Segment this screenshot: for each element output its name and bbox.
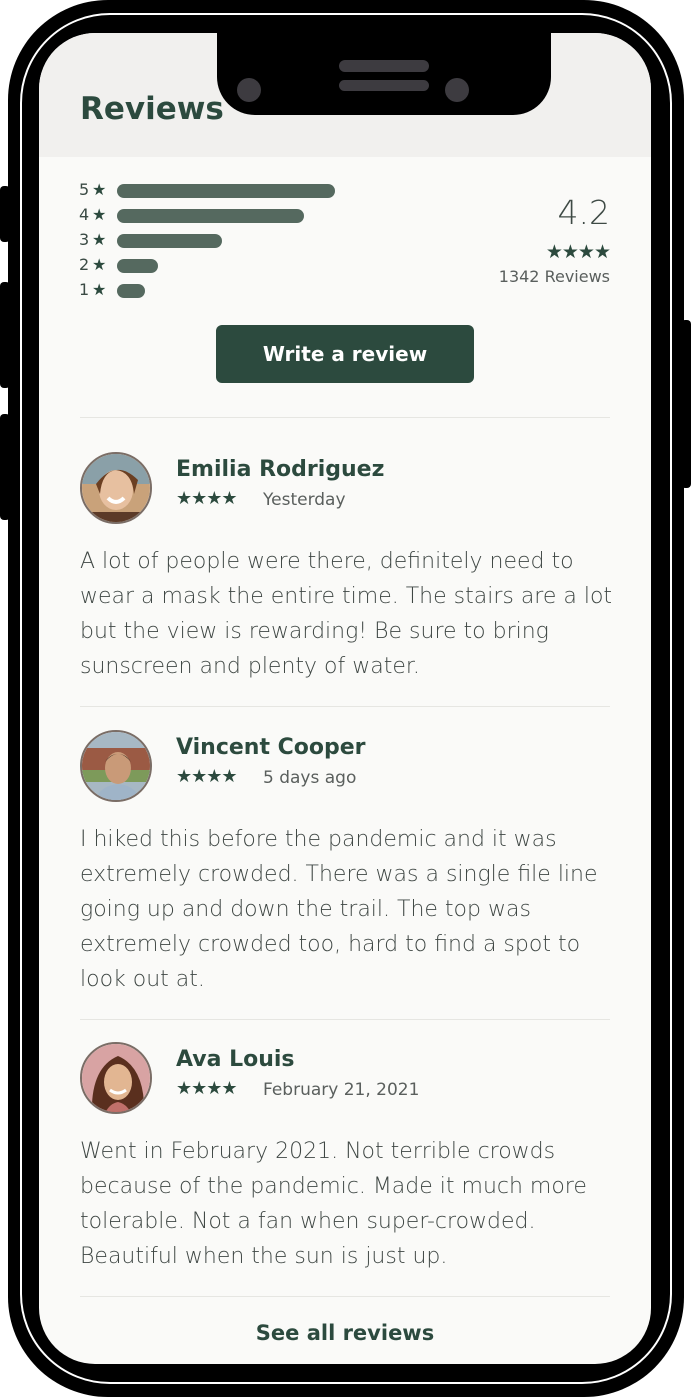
- sensor-icon: [445, 78, 469, 102]
- screen: Reviews 5 ★ 4 ★ 3 ★ 2 ★ 1 ★ 4.2 ★★★★ 134…: [39, 33, 651, 1364]
- avatar: [80, 1042, 152, 1114]
- divider: [80, 1019, 610, 1020]
- avatar-photo-icon: [82, 732, 150, 800]
- review-text: Went in February 2021. Not terrible crow…: [80, 1139, 587, 1269]
- speaker-grille: [339, 80, 429, 91]
- avatar-photo-icon: [82, 454, 150, 522]
- divider: [80, 1296, 610, 1297]
- page-title: Reviews: [80, 91, 224, 127]
- rating-bar-track: [117, 259, 158, 273]
- star-icon: ★: [92, 230, 107, 249]
- reviewer-name: Vincent Cooper: [176, 735, 366, 760]
- review-count: 1342 Reviews: [498, 267, 610, 286]
- rating-bar: [117, 234, 222, 248]
- star-icon: ★: [92, 255, 107, 274]
- avatar-photo-icon: [82, 1044, 150, 1112]
- speaker-grille: [339, 60, 429, 72]
- rating-row-label: 2: [79, 255, 90, 274]
- rating-row-label: 1: [79, 280, 90, 299]
- rating-bar: [117, 284, 145, 298]
- rating-stars-icon: ★★★★: [176, 766, 238, 787]
- reviewer-name: Emilia Rodriguez: [176, 457, 385, 482]
- write-review-button[interactable]: Write a review: [216, 325, 474, 383]
- review-text: I hiked this before the pandemic and it …: [80, 827, 598, 992]
- review-date: 5 days ago: [263, 768, 357, 788]
- phone-notch: [217, 33, 551, 115]
- rating-bar: [117, 209, 304, 223]
- star-icon: ★: [92, 180, 107, 199]
- rating-bar-track: [117, 284, 145, 298]
- rating-row-label: 5: [79, 180, 90, 199]
- review-date: Yesterday: [263, 490, 346, 510]
- divider: [80, 417, 610, 418]
- star-icon: ★: [92, 280, 107, 299]
- review-text: A lot of people were there, definitely n…: [80, 549, 613, 679]
- star-icon: ★: [92, 205, 107, 224]
- rating-stars-icon: ★★★★: [176, 1078, 238, 1099]
- average-rating: 4.2: [557, 193, 610, 232]
- rating-stars-icon: ★★★★: [176, 488, 238, 509]
- rating-bar: [117, 184, 335, 198]
- rating-bar-track: [117, 209, 304, 223]
- average-stars-icon: ★★★★: [545, 241, 611, 263]
- rating-bar-track: [117, 184, 335, 198]
- avatar: [80, 452, 152, 524]
- see-all-reviews-link[interactable]: See all reviews: [39, 1321, 651, 1345]
- rating-row-label: 4: [79, 205, 90, 224]
- rating-bar-track: [117, 234, 222, 248]
- rating-row-label: 3: [79, 230, 90, 249]
- divider: [80, 706, 610, 707]
- review-date: February 21, 2021: [263, 1080, 420, 1100]
- reviewer-name: Ava Louis: [176, 1047, 295, 1072]
- avatar: [80, 730, 152, 802]
- front-camera-icon: [237, 78, 261, 102]
- rating-bar: [117, 259, 158, 273]
